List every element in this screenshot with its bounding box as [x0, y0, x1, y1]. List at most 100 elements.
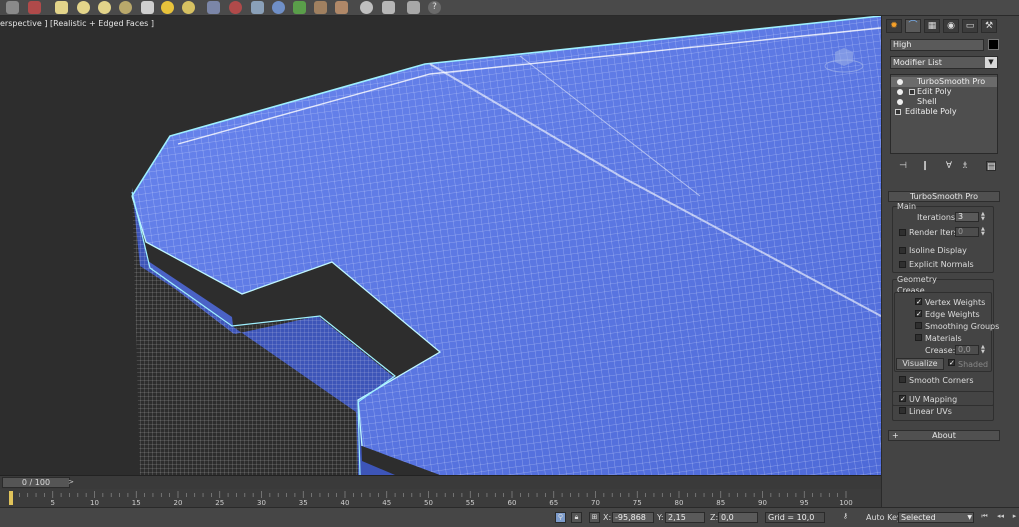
expand-icon[interactable] — [895, 109, 901, 115]
isolate-selection-icon[interactable]: ⚲ — [555, 512, 566, 523]
modifier-list-dropdown[interactable]: Modifier List ▼ — [890, 56, 998, 69]
cone-icon[interactable] — [141, 1, 154, 14]
vertex-weights-checkbox[interactable]: ✓ — [915, 298, 922, 306]
spinner-arrows-icon[interactable]: ▲ ▼ — [981, 345, 987, 355]
edge-weights-label: Edge Weights — [925, 310, 980, 319]
z-coord-field[interactable]: 0,0 — [718, 512, 758, 523]
particle-icon[interactable] — [272, 1, 285, 14]
spinner-arrows-icon[interactable]: ▲ ▼ — [981, 212, 987, 222]
remove-modifier-icon[interactable]: ♗ — [960, 161, 970, 171]
iterations-spinner[interactable]: 3 — [955, 212, 979, 222]
play-icon[interactable]: ▸ — [1010, 512, 1019, 523]
chevron-down-icon: ▼ — [967, 514, 972, 521]
object-name-field[interactable]: High — [890, 39, 984, 51]
uv-mapping-checkbox[interactable]: ✓ — [899, 395, 906, 403]
viewcube[interactable] — [823, 44, 865, 74]
go-to-start-icon[interactable]: ⏮ — [979, 512, 990, 523]
crease-field-label: Crease: — [925, 346, 956, 355]
render-iters-checkbox[interactable] — [899, 229, 906, 236]
ruler-tick-label: 25 — [215, 499, 224, 507]
lightbulb-icon[interactable] — [897, 99, 903, 105]
display-tab-icon[interactable]: ▭ — [962, 19, 978, 33]
x-coord-label: X: — [603, 513, 612, 522]
stack-item-edit-poly[interactable]: Edit Poly — [891, 87, 997, 97]
expand-icon: + — [892, 431, 899, 440]
helper-icon[interactable] — [229, 1, 242, 14]
ruler-tick-label: 60 — [508, 499, 517, 507]
explicit-normals-checkbox[interactable] — [899, 261, 906, 268]
ruler-tick-label: 15 — [132, 499, 141, 507]
cylinder-icon[interactable] — [98, 1, 111, 14]
hierarchy-tab-icon[interactable]: ▦ — [924, 19, 940, 33]
next-frame-icon[interactable]: > — [66, 477, 76, 488]
render-icon[interactable] — [6, 1, 19, 14]
turbosmooth-rollout-title[interactable]: TurboSmooth Pro — [888, 191, 1000, 202]
render-setup-icon[interactable] — [28, 1, 41, 14]
materials-checkbox[interactable] — [915, 334, 922, 341]
stack-item-turbosmooth[interactable]: TurboSmooth Pro — [891, 77, 997, 87]
lightbulb-icon[interactable] — [897, 89, 903, 95]
edge-weights-checkbox[interactable]: ✓ — [915, 310, 922, 318]
material-sphere-icon[interactable] — [182, 1, 195, 14]
create-tab-icon[interactable]: ✹ — [886, 19, 902, 33]
previous-frame-icon[interactable]: ◂◂ — [995, 512, 1006, 523]
absolute-mode-icon[interactable]: ⊞ — [589, 512, 600, 523]
make-unique-icon[interactable]: ∀ — [944, 161, 954, 171]
teapot-icon[interactable] — [360, 1, 373, 14]
linear-uvs-label: Linear UVs — [909, 407, 952, 416]
expand-icon[interactable] — [909, 89, 915, 95]
light-icon[interactable] — [161, 1, 174, 14]
plant-icon[interactable] — [293, 1, 306, 14]
help-icon[interactable]: ? — [428, 1, 441, 14]
spinner-arrows-icon[interactable]: ▲ ▼ — [981, 227, 987, 237]
ruler-tick-label: 40 — [341, 499, 350, 507]
box-icon[interactable] — [55, 1, 68, 14]
smoothing-groups-checkbox[interactable] — [915, 322, 922, 329]
main-toolbar: ? — [0, 0, 1019, 16]
ruler-tick-label: 20 — [174, 499, 183, 507]
visualize-button[interactable]: Visualize — [896, 358, 944, 370]
biped-icon[interactable] — [314, 1, 327, 14]
group-icon[interactable] — [335, 1, 348, 14]
perspective-viewport[interactable]: erspective ] [Realistic + Edged Faces ] — [0, 16, 881, 475]
viewport-label[interactable]: erspective ] [Realistic + Edged Faces ] — [0, 19, 154, 28]
lightbulb-icon[interactable] — [897, 79, 903, 85]
object-color-swatch[interactable] — [988, 39, 999, 50]
smooth-corners-checkbox[interactable] — [899, 376, 906, 383]
render-iters-spinner[interactable]: 0 — [955, 227, 979, 237]
isoline-display-checkbox[interactable] — [899, 247, 906, 254]
time-slider-thumb[interactable]: 0 / 100 — [2, 477, 70, 488]
auto-key-button[interactable]: Auto Key — [866, 513, 902, 522]
shaded-checkbox[interactable]: ✓ — [948, 359, 955, 367]
y-coord-field[interactable]: 2,15 — [665, 512, 705, 523]
crease-spinner[interactable]: 0,0 — [955, 345, 979, 355]
stack-item-shell[interactable]: Shell — [891, 97, 997, 107]
torus-icon[interactable] — [119, 1, 132, 14]
about-rollout-title[interactable]: + About — [888, 430, 1000, 441]
ruler-tick-label: 100 — [839, 499, 852, 507]
utilities-tab-icon[interactable]: ⚒ — [981, 19, 997, 33]
modify-tab-icon[interactable]: ⌒ — [905, 19, 921, 33]
show-end-result-icon[interactable]: ❙ — [920, 161, 930, 171]
file-icon[interactable] — [407, 1, 420, 14]
key-filter-dropdown[interactable]: Selected ▼ — [898, 512, 974, 523]
grid-object-icon[interactable] — [207, 1, 220, 14]
configure-sets-icon[interactable]: ▤ — [986, 161, 996, 172]
pin-stack-icon[interactable]: ⊣ — [898, 161, 908, 171]
z-coord-label: Z: — [710, 513, 719, 522]
stack-item-editable-poly[interactable]: Editable Poly — [891, 107, 997, 117]
isoline-display-label: Isoline Display — [909, 246, 967, 255]
ruler-tick-label: 75 — [633, 499, 642, 507]
explicit-normals-label: Explicit Normals — [909, 260, 974, 269]
chevron-down-icon[interactable]: ▼ — [985, 57, 997, 68]
motion-tab-icon[interactable]: ◉ — [943, 19, 959, 33]
x-coord-field[interactable]: -95,868 — [612, 512, 654, 523]
sphere-icon[interactable] — [77, 1, 90, 14]
lock-selection-icon[interactable]: 🔒︎ — [571, 512, 582, 523]
shape-icon[interactable] — [251, 1, 264, 14]
linear-uvs-checkbox[interactable] — [899, 407, 906, 414]
time-slider[interactable]: 0 / 100 > — [0, 475, 881, 489]
current-frame-marker[interactable] — [9, 491, 13, 505]
layer-icon[interactable] — [382, 1, 395, 14]
key-icon[interactable]: ⚷ — [840, 512, 851, 523]
